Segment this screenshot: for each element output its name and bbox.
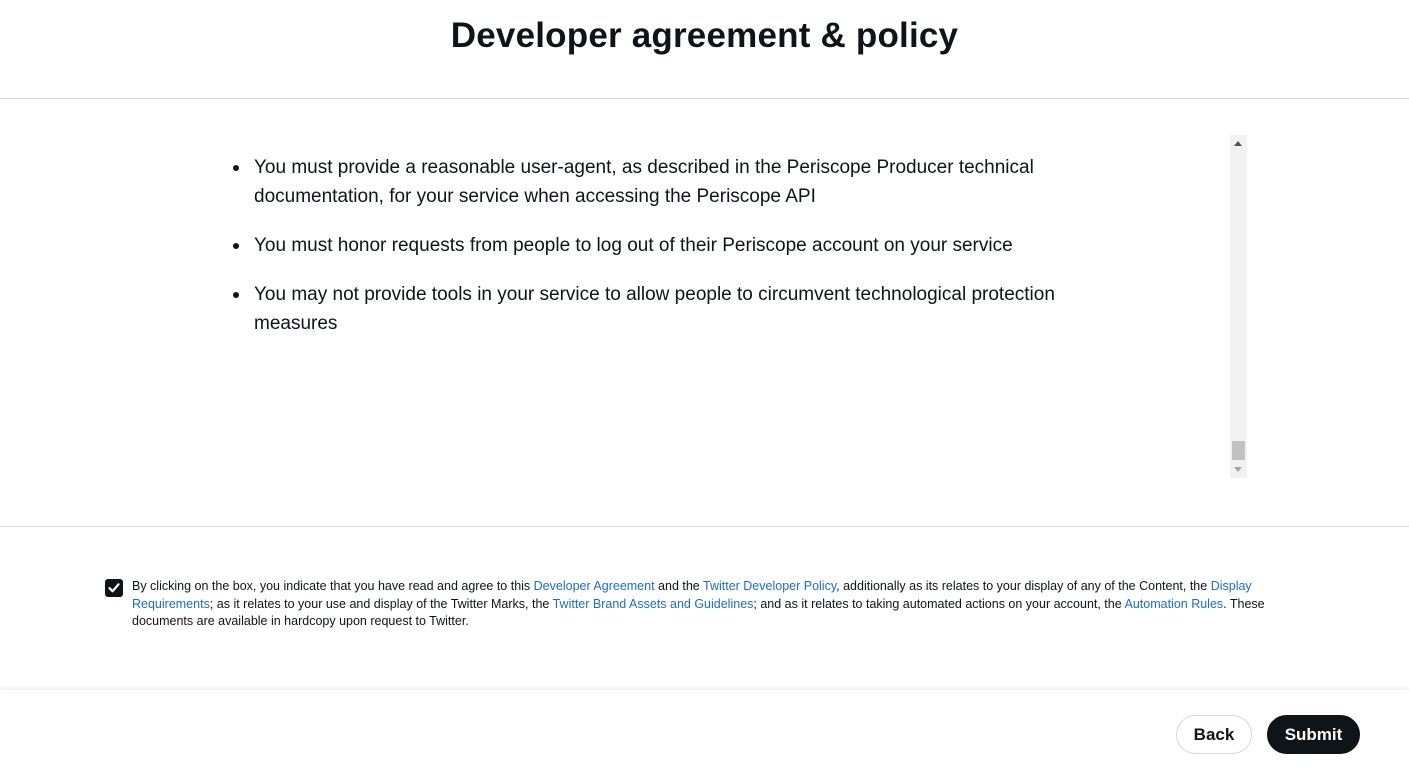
list-item: You must honor requests from people to l… — [233, 231, 1124, 260]
vertical-scrollbar[interactable] — [1230, 135, 1247, 478]
automation-rules-link[interactable]: Automation Rules — [1124, 597, 1223, 611]
list-item: You must provide a reasonable user-agent… — [233, 153, 1124, 211]
policy-content: You must provide a reasonable user-agent… — [214, 135, 1228, 358]
page-title: Developer agreement & policy — [450, 15, 959, 55]
agreement-text-part: ; and as it relates to taking automated … — [753, 596, 1125, 611]
policy-scroll-area[interactable]: You must provide a reasonable user-agent… — [214, 135, 1247, 478]
policy-item-text: You must honor requests from people to l… — [254, 235, 1013, 256]
page: Developer agreement & policy You must pr… — [0, 0, 1409, 777]
bullet-icon — [233, 292, 239, 298]
scroll-up-arrow-icon[interactable] — [1234, 141, 1242, 146]
checkmark-icon — [108, 583, 120, 593]
policy-list: You must provide a reasonable user-agent… — [214, 153, 1228, 338]
developer-agreement-link[interactable]: Developer Agreement — [534, 579, 655, 593]
agreement-text-part: and the — [654, 579, 703, 593]
agreement-text: By clicking on the box, you indicate tha… — [132, 578, 1315, 631]
scrollbar-thumb[interactable] — [1232, 441, 1245, 460]
agreement-text-part: , additionally as its relates to your di… — [836, 579, 1211, 593]
scroll-down-arrow-icon[interactable] — [1234, 467, 1242, 472]
submit-button[interactable]: Submit — [1267, 715, 1360, 754]
agreement-text-part: By clicking on the box, you indicate tha… — [132, 579, 534, 593]
policy-item-text: You must provide a reasonable user-agent… — [254, 157, 1034, 207]
page-header: Developer agreement & policy — [0, 0, 1409, 99]
bullet-icon — [233, 165, 239, 171]
list-item: You may not provide tools in your servic… — [233, 280, 1124, 338]
developer-policy-link[interactable]: Twitter Developer Policy — [703, 579, 836, 593]
agree-checkbox[interactable] — [105, 579, 123, 597]
bullet-icon — [233, 243, 239, 249]
section-divider — [0, 526, 1409, 527]
page-footer: Back Submit — [0, 689, 1409, 777]
back-button[interactable]: Back — [1176, 715, 1252, 754]
brand-assets-link[interactable]: Twitter Brand Assets and Guidelines — [553, 597, 754, 611]
agreement-row: By clicking on the box, you indicate tha… — [105, 578, 1315, 631]
agreement-text-part: ; as it relates to your use and display … — [209, 596, 553, 611]
policy-item-text: You may not provide tools in your servic… — [254, 284, 1055, 334]
